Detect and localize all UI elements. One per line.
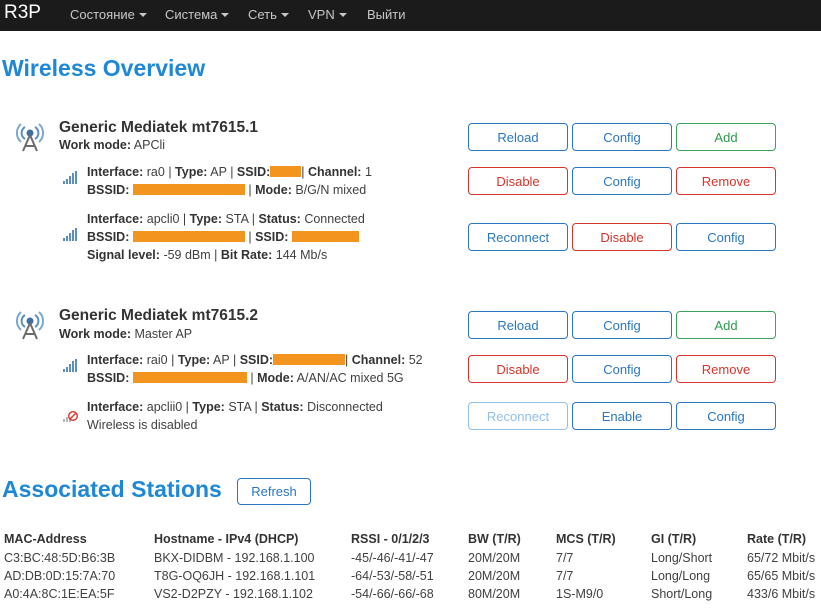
network-info-line: Interface: apclii0 | Type: STA | Status:…	[87, 400, 383, 414]
table-cell: -64/-53/-58/-51	[351, 569, 434, 583]
menu-vpn[interactable]: VPN	[308, 7, 347, 22]
menu-network[interactable]: Сеть	[248, 7, 289, 22]
table-cell: T8G-OQ6JH - 192.168.1.101	[154, 569, 316, 583]
table-row: AD:DB:0D:15:7A:70 T8G-OQ6JH - 192.168.1.…	[4, 567, 821, 585]
column-header: Rate (T/R)	[747, 532, 807, 546]
config-button[interactable]: Config	[572, 311, 672, 339]
redacted-ssid	[291, 231, 359, 242]
network-info-line: Interface: ra0 | Type: AP | SSID: | Chann…	[87, 165, 372, 179]
network-info-line: Interface: rai0 | Type: AP | SSID: | Chan…	[87, 353, 423, 367]
section-title: Associated Stations	[2, 476, 222, 502]
column-header: MCS (T/R)	[556, 532, 616, 546]
work-mode: Work mode: APCli	[59, 138, 166, 152]
device-name: Generic Mediatek mt7615.2	[59, 307, 259, 324]
reload-button[interactable]: Reload	[468, 311, 568, 339]
table-cell: -54/-66/-66/-68	[351, 587, 434, 601]
config-button[interactable]: Config	[572, 123, 672, 151]
redacted-bssid	[132, 231, 245, 242]
stations-table: MAC-Address Hostname - IPv4 (DHCP) RSSI …	[4, 529, 821, 603]
menu-logout[interactable]: Выйти	[367, 7, 406, 22]
table-cell: 7/7	[556, 569, 574, 583]
network-info-line: BSSID: | Mode: B/G/N mixed	[87, 183, 367, 197]
top-navbar: R3P Состояние Система Сеть VPN Выйти	[0, 0, 821, 31]
chevron-down-icon	[338, 13, 347, 17]
menu-system[interactable]: Система	[165, 7, 230, 22]
table-cell: Long/Long	[651, 569, 711, 583]
network-info-line: Interface: apcli0 | Type: STA | Status: …	[87, 212, 365, 226]
reconnect-button[interactable]: Reconnect	[468, 223, 568, 251]
chevron-down-icon	[138, 13, 147, 17]
signal-bars-icon	[63, 228, 77, 241]
signal-disabled-icon	[63, 411, 78, 422]
table-cell: Long/Short	[651, 551, 713, 565]
remove-button[interactable]: Remove	[676, 167, 776, 195]
column-header: GI (T/R)	[651, 532, 697, 546]
table-cell: C3:BC:48:5D:B6:3B	[4, 551, 116, 565]
table-cell: 65/65 Mbit/s	[747, 569, 816, 583]
table-row: C3:BC:48:5D:B6:3B BKX-DIDBM - 192.168.1.…	[4, 549, 821, 567]
table-header-row: MAC-Address Hostname - IPv4 (DHCP) RSSI …	[4, 529, 821, 549]
wireless-disabled-text: Wireless is disabled	[87, 418, 198, 432]
table-cell: 433/6 Mbit/s	[747, 587, 816, 601]
chevron-down-icon	[221, 13, 230, 17]
redacted-ssid	[273, 354, 346, 365]
table-cell: -45/-46/-41/-47	[351, 551, 434, 565]
table-cell: 80M/20M	[468, 587, 521, 601]
brand-logo[interactable]: R3P	[4, 2, 41, 24]
signal-bars-icon	[63, 171, 77, 184]
device-name: Generic Mediatek mt7615.1	[59, 119, 259, 136]
config-button[interactable]: Config	[676, 223, 776, 251]
chevron-down-icon	[280, 13, 289, 17]
column-header: Hostname - IPv4 (DHCP)	[154, 532, 299, 546]
page-title: Wireless Overview	[2, 55, 206, 81]
add-button[interactable]: Add	[676, 123, 776, 151]
wifi-radio-icon	[15, 123, 45, 152]
network-info-line: BSSID: | SSID:	[87, 230, 359, 244]
column-header: RSSI - 0/1/2/3	[351, 532, 430, 546]
enable-button[interactable]: Enable	[572, 402, 672, 430]
table-cell: BKX-DIDBM - 192.168.1.100	[154, 551, 315, 565]
menu-status[interactable]: Состояние	[70, 7, 147, 22]
reconnect-button[interactable]: Reconnect	[468, 402, 568, 430]
table-cell: 65/72 Mbit/s	[747, 551, 816, 565]
reload-button[interactable]: Reload	[468, 123, 568, 151]
disable-button[interactable]: Disable	[468, 355, 568, 383]
config-button[interactable]: Config	[572, 167, 672, 195]
network-info-line: Signal level: -59 dBm | Bit Rate: 144 Mb…	[87, 248, 328, 262]
table-cell: VS2-D2PZY - 192.168.1.102	[154, 587, 313, 601]
table-cell: Short/Long	[651, 587, 713, 601]
network-info-line: BSSID: | Mode: A/AN/AC mixed 5G	[87, 371, 404, 385]
redacted-ssid	[270, 166, 302, 177]
signal-bars-icon	[63, 359, 77, 372]
add-button[interactable]: Add	[676, 311, 776, 339]
config-button[interactable]: Config	[572, 355, 672, 383]
work-mode: Work mode: Master AP	[59, 327, 193, 341]
column-header: BW (T/R)	[468, 532, 521, 546]
wifi-radio-icon	[15, 311, 45, 340]
table-row: A0:4A:8C:1E:EA:5F VS2-D2PZY - 192.168.1.…	[4, 585, 821, 603]
table-cell: AD:DB:0D:15:7A:70	[4, 569, 116, 583]
table-cell: A0:4A:8C:1E:EA:5F	[4, 587, 115, 601]
refresh-button[interactable]: Refresh	[237, 478, 311, 505]
table-cell: 20M/20M	[468, 569, 521, 583]
column-header: MAC-Address	[4, 532, 87, 546]
disable-button[interactable]: Disable	[468, 167, 568, 195]
disable-button[interactable]: Disable	[572, 223, 672, 251]
config-button[interactable]: Config	[676, 402, 776, 430]
table-cell: 20M/20M	[468, 551, 521, 565]
remove-button[interactable]: Remove	[676, 355, 776, 383]
table-cell: 1S-M9/0	[556, 587, 604, 601]
table-cell: 7/7	[556, 551, 574, 565]
redacted-bssid	[132, 184, 245, 195]
redacted-bssid	[132, 372, 247, 383]
